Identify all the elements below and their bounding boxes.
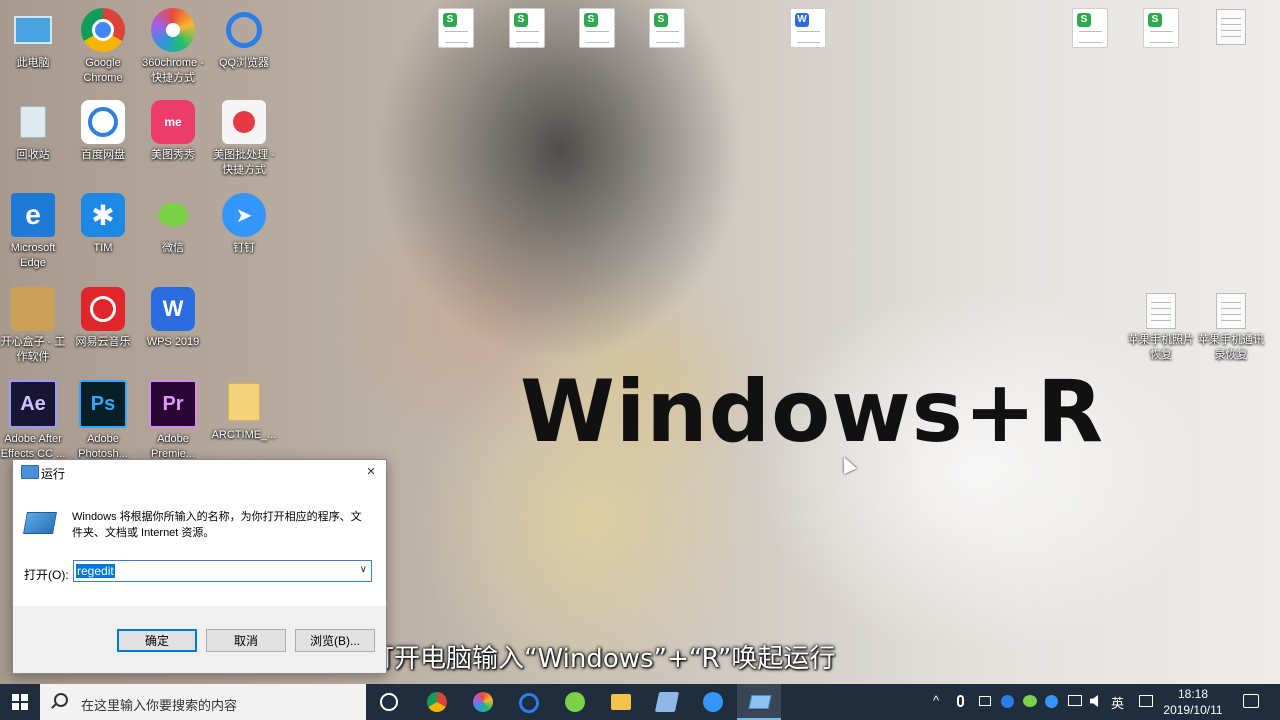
video-subtitle: 打开电脑输入“Windows”+“R”唤起运行 <box>368 644 836 674</box>
camera-icon[interactable] <box>979 696 991 706</box>
dingtalk-tray-icon[interactable] <box>1045 695 1058 708</box>
search-placeholder: 在这里输入你要搜索的内容 <box>81 698 238 713</box>
run-dialog: 运行 × Windows 将根据你所输入的名称，为你打开相应的程序、文件夹、文档… <box>12 459 387 674</box>
network-icon[interactable] <box>1068 695 1082 706</box>
close-button[interactable]: × <box>356 460 386 484</box>
file-explorer-icon[interactable] <box>611 694 631 710</box>
run-icon <box>21 465 39 479</box>
premiere-icon[interactable]: Pr Adobe Premie... <box>137 380 209 462</box>
folder-icon[interactable]: ARCTIME_... <box>208 380 280 443</box>
date: 2019/10/11 <box>1163 703 1223 717</box>
open-combobox[interactable]: regedit ∨ <box>73 560 372 582</box>
dialog-description: Windows 将根据你所输入的名称，为你打开相应的程序、文件夹、文档或 Int… <box>72 511 362 539</box>
microphone-icon[interactable] <box>957 695 964 707</box>
chrome-taskbar-icon[interactable] <box>427 692 447 712</box>
wechat-icon[interactable]: 微信 <box>137 193 209 256</box>
app-tray-icon[interactable] <box>1001 695 1014 708</box>
desktop: 此电脑 回收站 e Microsoft Edge 开心盒子 - 工作软件 Ae … <box>0 0 1280 684</box>
360chrome-taskbar-icon[interactable] <box>473 692 493 712</box>
spreadsheet-file-icon[interactable]: S <box>509 8 545 48</box>
baidu-netdisk-icon[interactable]: 百度网盘 <box>67 100 139 163</box>
notification-icon[interactable] <box>1243 694 1259 708</box>
netease-music-icon[interactable]: 网易云音乐 <box>67 287 139 350</box>
dialog-title: 运行 <box>41 467 66 481</box>
box-icon[interactable]: 开心盒子 - 工作软件 <box>0 287 69 365</box>
spreadsheet-file-icon[interactable]: S <box>438 8 474 48</box>
search-icon <box>54 693 68 707</box>
spreadsheet-file-icon[interactable]: S <box>1143 8 1179 48</box>
overlay-title: Windows+R <box>520 362 1105 462</box>
recycle-bin-icon[interactable]: 回收站 <box>0 100 69 163</box>
tim-icon[interactable]: ✱ TIM <box>67 193 139 256</box>
run-program-icon <box>23 512 57 534</box>
this-pc-icon[interactable]: 此电脑 <box>0 8 69 71</box>
chrome-icon[interactable]: Google Chrome <box>67 8 139 86</box>
task-view-icon[interactable] <box>380 693 398 711</box>
dingtalk-taskbar-icon[interactable] <box>703 692 723 712</box>
taskbar-search[interactable]: 在这里输入你要搜索的内容 <box>40 684 366 720</box>
time: 18:18 <box>1177 687 1209 701</box>
photoshop-icon[interactable]: Ps Adobe Photosh... <box>67 380 139 462</box>
notepad-taskbar-icon[interactable] <box>654 692 680 712</box>
wechat-tray-icon[interactable] <box>1023 695 1037 707</box>
volume-icon[interactable] <box>1090 695 1098 707</box>
text-file-icon[interactable] <box>1146 293 1176 329</box>
taskbar: 在这里输入你要搜索的内容 ^ 英 18:18 2019/10/11 <box>0 684 1280 720</box>
meitu-icon[interactable]: me 美图秀秀 <box>137 100 209 163</box>
keyboard-icon[interactable] <box>1139 695 1153 707</box>
qq-browser-taskbar-icon[interactable] <box>519 693 539 713</box>
spreadsheet-file-icon[interactable]: S <box>579 8 615 48</box>
360chrome-icon[interactable]: 360chrome - 快捷方式 <box>137 8 209 86</box>
chevron-down-icon[interactable]: ∨ <box>360 564 367 575</box>
dialog-body: Windows 将根据你所输入的名称，为你打开相应的程序、文件夹、文档或 Int… <box>13 484 386 606</box>
open-label: 打开(O): <box>24 568 69 582</box>
dingtalk-icon[interactable]: ➤ 钉钉 <box>208 193 280 256</box>
run-taskbar-item[interactable] <box>737 684 781 720</box>
wps-icon[interactable]: W WPS 2019 <box>137 287 209 350</box>
qq-browser-icon[interactable]: QQ浏览器 <box>208 8 280 71</box>
run-icon <box>748 695 772 709</box>
after-effects-icon[interactable]: Ae Adobe After Effects CC ... <box>0 380 69 462</box>
edge-icon[interactable]: e Microsoft Edge <box>0 193 69 271</box>
spreadsheet-file-icon[interactable]: S <box>649 8 685 48</box>
show-hidden-icons[interactable]: ^ <box>933 693 939 708</box>
cancel-button[interactable]: 取消 <box>206 629 286 652</box>
spreadsheet-file-icon[interactable]: S <box>1072 8 1108 48</box>
start-button[interactable] <box>0 684 40 720</box>
file-label: 苹果手机照片恢复 <box>1128 334 1194 361</box>
open-input-value[interactable]: regedit <box>76 564 115 578</box>
word-file-icon[interactable]: W <box>790 8 826 48</box>
file-label: 苹果手机通讯录恢复 <box>1198 334 1264 361</box>
dialog-titlebar[interactable]: 运行 × <box>13 460 386 484</box>
clock[interactable]: 18:18 2019/10/11 <box>1162 686 1224 718</box>
ok-button[interactable]: 确定 <box>117 629 197 652</box>
windows-logo-icon <box>12 694 28 710</box>
text-file-icon[interactable] <box>1216 9 1246 45</box>
text-file-icon[interactable] <box>1216 293 1246 329</box>
browse-button[interactable]: 浏览(B)... <box>295 629 375 652</box>
meitu-batch-icon[interactable]: 美图批处理 - 快捷方式 <box>208 100 280 178</box>
ime-indicator[interactable]: 英 <box>1111 693 1124 712</box>
wechat-taskbar-icon[interactable] <box>565 692 585 712</box>
